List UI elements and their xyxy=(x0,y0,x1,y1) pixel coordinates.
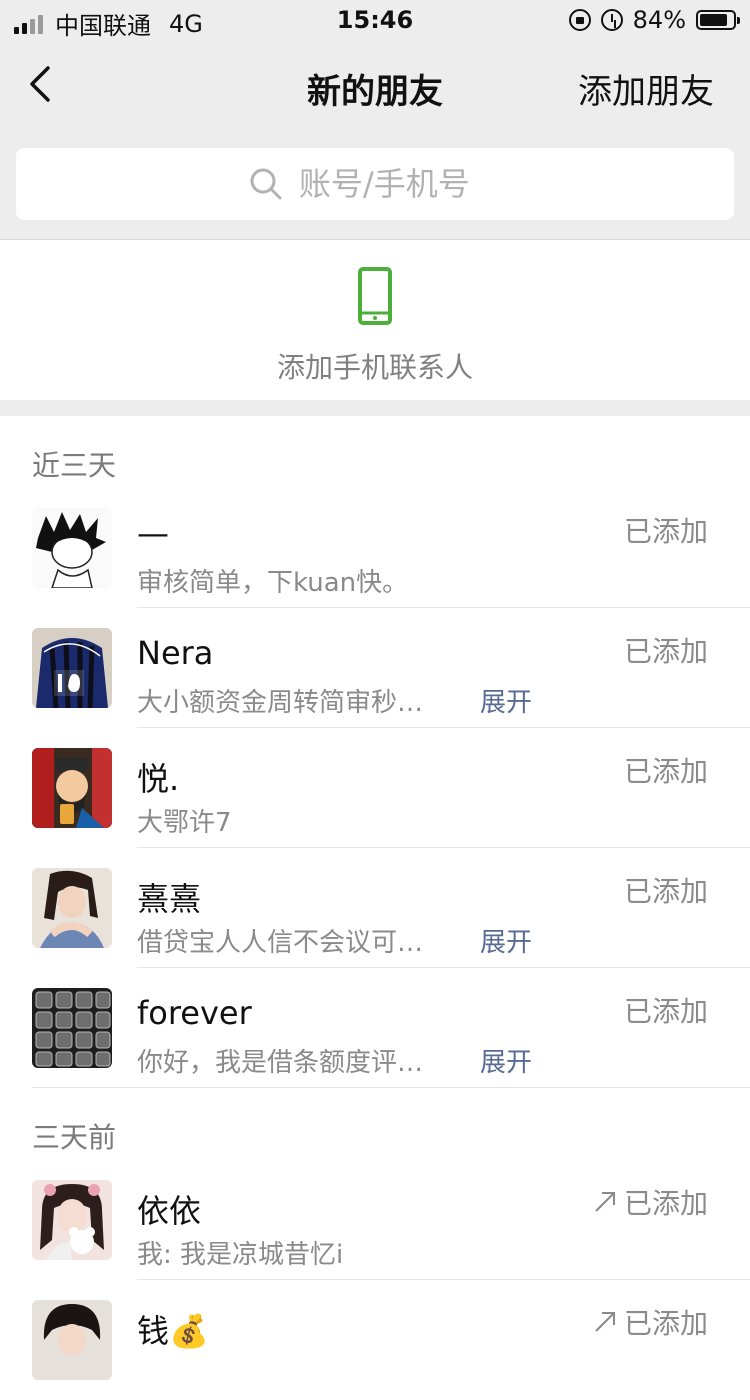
friend-name: 钱💰 xyxy=(137,1312,209,1350)
friend-row[interactable]: 熹熹 借贷宝人人信不会议可… 展开 已添加 xyxy=(0,848,750,968)
add-phone-contacts[interactable]: 添加手机联系人 xyxy=(0,240,750,400)
avatar xyxy=(32,1180,112,1260)
search-icon xyxy=(250,168,282,200)
friend-message: 借贷宝人人信不会议可… xyxy=(137,928,424,958)
added-status: 已添加 xyxy=(623,515,708,548)
friend-message: 大小额资金周转简审秒… xyxy=(137,688,424,718)
added-status: 已添加 xyxy=(623,635,708,668)
expand-link[interactable]: 展开 xyxy=(480,682,532,719)
friend-message: 我: 我是凉城昔忆i xyxy=(137,1240,344,1270)
battery-fill xyxy=(700,14,727,26)
section-title-earlier: 三天前 xyxy=(32,1121,117,1154)
friend-name: forever xyxy=(137,994,252,1032)
avatar xyxy=(32,868,112,948)
avatar xyxy=(32,628,112,708)
avatar xyxy=(32,988,112,1068)
friend-row[interactable]: Nera 大小额资金周转简审秒… 展开 已添加 xyxy=(0,608,750,728)
friend-message: 大鄂许7 xyxy=(137,808,232,838)
phone-icon xyxy=(358,267,392,325)
friend-name: 悦. xyxy=(137,760,180,798)
avatar xyxy=(32,508,112,588)
status-right: 84% xyxy=(568,6,740,34)
added-status: 已添加 xyxy=(594,1302,708,1342)
friend-name: — xyxy=(137,514,169,552)
added-status: 已添加 xyxy=(623,755,708,788)
friend-message: 你好，我是借条额度评… xyxy=(137,1048,424,1078)
added-status: 已添加 xyxy=(623,875,708,908)
friend-row[interactable]: 钱💰 已添加 xyxy=(0,1280,750,1400)
search-area xyxy=(0,132,750,240)
search-box[interactable] xyxy=(16,148,734,220)
alarm-icon xyxy=(600,9,623,31)
friend-name: Nera xyxy=(137,634,214,672)
friend-name: 依依 xyxy=(137,1192,202,1230)
friend-row[interactable]: forever 你好，我是借条额度评… 展开 已添加 xyxy=(0,968,750,1088)
friend-message: 审核简单，下kuan快。 xyxy=(137,568,409,598)
friend-row[interactable]: 依依 我: 我是凉城昔忆i 已添加 xyxy=(0,1160,750,1280)
battery-percent: 84% xyxy=(632,6,686,34)
search-input[interactable] xyxy=(297,164,501,204)
add-phone-contacts-label: 添加手机联系人 xyxy=(276,351,473,384)
added-status: 已添加 xyxy=(594,1182,708,1222)
expand-link[interactable]: 展开 xyxy=(480,1042,532,1079)
rotation-lock-icon xyxy=(568,9,591,31)
expand-link[interactable]: 展开 xyxy=(480,922,532,959)
section-gap xyxy=(0,400,750,416)
outgoing-arrow-icon xyxy=(595,1312,615,1332)
section-title-recent: 近三天 xyxy=(32,449,117,482)
friend-row[interactable]: — 审核简单，下kuan快。 已添加 xyxy=(0,488,750,608)
nav-bar: 新的朋友 添加朋友 xyxy=(0,40,750,132)
added-status: 已添加 xyxy=(623,995,708,1028)
friend-row[interactable]: 悦. 大鄂许7 已添加 xyxy=(0,728,750,848)
outgoing-arrow-icon xyxy=(595,1192,615,1212)
row-divider xyxy=(32,1087,750,1088)
status-bar: 中国联通 4G 15:46 84% xyxy=(0,0,750,40)
avatar xyxy=(32,1300,112,1380)
friend-name: 熹熹 xyxy=(137,880,202,918)
avatar xyxy=(32,748,112,828)
add-friend-button[interactable]: 添加朋友 xyxy=(578,64,714,113)
battery-icon xyxy=(696,10,740,30)
